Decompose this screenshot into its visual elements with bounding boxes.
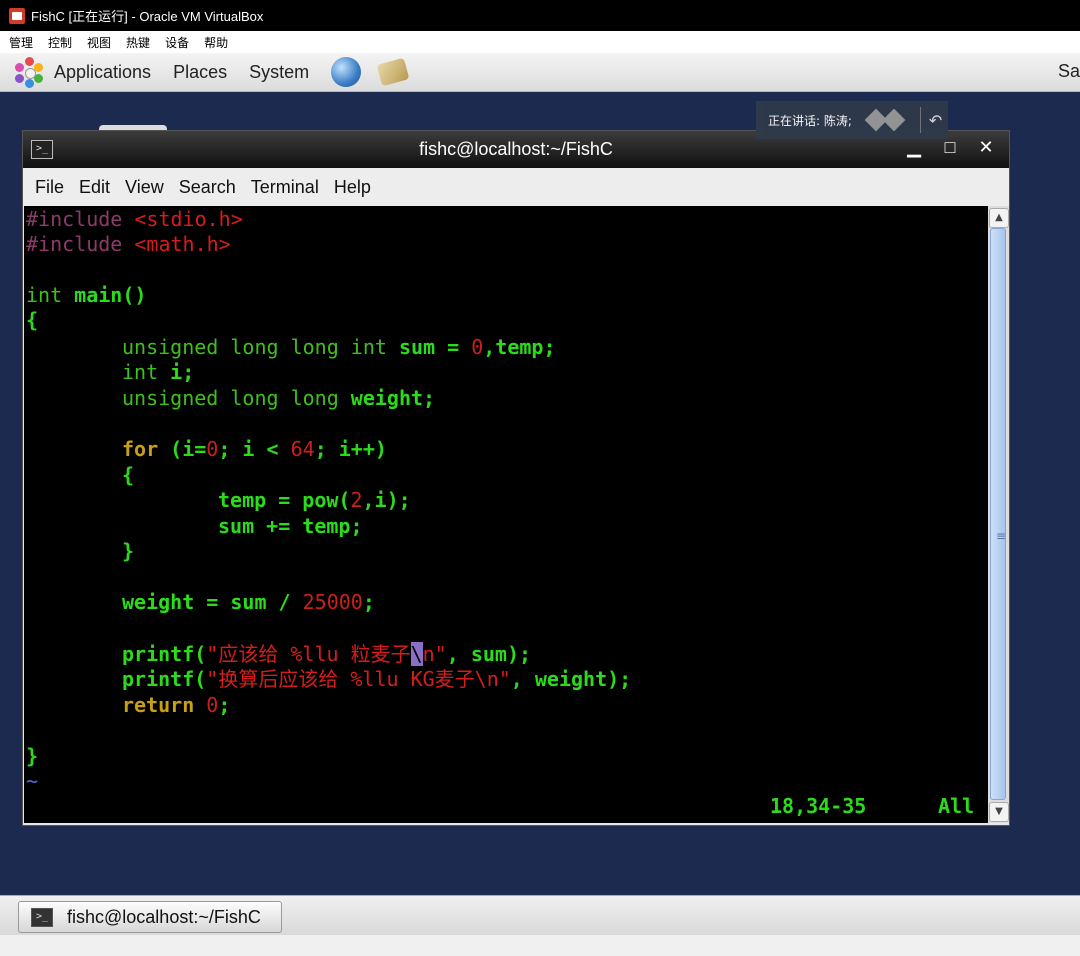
gnome-foot-icon[interactable] — [14, 57, 44, 88]
code-line: return 0; — [122, 693, 231, 717]
host-status-bar — [0, 935, 1080, 956]
terminal-window: >_ fishc@localhost:~/FishC ▁ □ ✕ File Ed… — [22, 130, 1010, 826]
terminal-text-area[interactable]: #include <stdio.h> #include <math.h> int… — [24, 206, 988, 823]
maximize-icon[interactable]: □ — [939, 137, 961, 158]
vim-scroll-indicator: All — [938, 794, 975, 818]
code-line: sum += temp; — [218, 514, 363, 538]
menu-view[interactable]: View — [125, 177, 164, 198]
host-menu-hotkey[interactable]: 热键 — [126, 34, 150, 51]
host-menu-manage[interactable]: 管理 — [9, 34, 33, 51]
reply-icon[interactable]: ↶ — [929, 111, 942, 130]
code-line: printf("换算后应该给 %llu KG麦子\n", weight); — [122, 667, 632, 691]
taskbar-task-label: fishc@localhost:~/FishC — [67, 906, 261, 927]
virtualbox-icon — [9, 7, 25, 24]
notification-text: 正在讲话: 陈涛; — [768, 113, 852, 128]
grip-icon: ≡ — [996, 529, 1007, 543]
host-menu-help[interactable]: 帮助 — [204, 34, 228, 51]
panel-system-menu[interactable]: System — [249, 62, 309, 83]
voice-chat-notification: 正在讲话: 陈涛; ↶ — [756, 101, 948, 139]
host-menu-view[interactable]: 视图 — [87, 34, 111, 51]
code-line: ~ — [26, 769, 39, 793]
panel-places-menu[interactable]: Places — [173, 62, 227, 83]
taskbar-terminal-button[interactable]: >_ fishc@localhost:~/FishC — [18, 901, 282, 933]
menu-edit[interactable]: Edit — [79, 177, 110, 198]
code-line: } — [122, 539, 135, 563]
code-line: { — [122, 463, 135, 487]
code-line: unsigned long long int sum = 0,temp; — [122, 335, 556, 359]
terminal-menu-bar: File Edit View Search Terminal Help — [23, 168, 1009, 206]
vim-cursor-position: 18,34-35 — [770, 794, 867, 818]
host-window-title: FishC [正在运行] - Oracle VM VirtualBox — [31, 9, 264, 24]
menu-terminal[interactable]: Terminal — [251, 177, 319, 198]
menu-file[interactable]: File — [35, 177, 64, 198]
code-line: unsigned long long weight; — [122, 386, 436, 410]
close-icon[interactable]: ✕ — [975, 137, 997, 158]
code-line: { — [26, 308, 39, 332]
code-line: #include <math.h> — [26, 232, 231, 256]
panel-right-text: Sa — [1057, 61, 1080, 81]
host-menu-control[interactable]: 控制 — [48, 34, 72, 51]
web-browser-icon[interactable] — [331, 57, 362, 87]
terminal-scrollbar[interactable]: ▲ ≡ ▼ — [988, 206, 1009, 823]
code-line: for (i=0; i < 64; i++) — [122, 437, 387, 461]
terminal-window-title: fishc@localhost:~/FishC — [419, 139, 613, 159]
code-line: int i; — [122, 360, 195, 384]
terminal-icon: >_ — [31, 140, 53, 159]
code-line: printf("应该给 %llu 粒麦子\n", sum); — [122, 642, 532, 666]
host-menu-bar: 管理 控制 视图 热键 设备 帮助 — [0, 31, 1080, 53]
terminal-icon: >_ — [31, 907, 53, 927]
scrollbar-thumb[interactable]: ≡ — [990, 228, 1006, 800]
menu-help[interactable]: Help — [334, 177, 371, 198]
gnome-top-panel: Applications Places System Sa — [0, 53, 1080, 92]
gnome-bottom-panel: >_ fishc@localhost:~/FishC — [0, 895, 1080, 936]
menu-search[interactable]: Search — [179, 177, 236, 198]
text-cursor: \ — [410, 642, 423, 666]
code-line: temp = pow(2,i); — [218, 488, 411, 512]
scroll-down-icon[interactable]: ▼ — [989, 802, 1009, 822]
minimize-icon[interactable]: ▁ — [903, 137, 925, 158]
avatar-icon — [864, 108, 910, 132]
panel-applications-menu[interactable]: Applications — [54, 62, 151, 83]
scroll-up-icon[interactable]: ▲ — [989, 208, 1009, 228]
host-menu-devices[interactable]: 设备 — [165, 34, 189, 51]
host-title-bar: FishC [正在运行] - Oracle VM VirtualBox — [0, 0, 1080, 31]
code-line: weight = sum / 25000; — [122, 590, 375, 614]
code-line: } — [26, 744, 39, 768]
code-line: #include <stdio.h> — [26, 207, 243, 231]
mail-client-icon[interactable] — [376, 57, 410, 87]
code-line: int main() — [26, 283, 147, 307]
